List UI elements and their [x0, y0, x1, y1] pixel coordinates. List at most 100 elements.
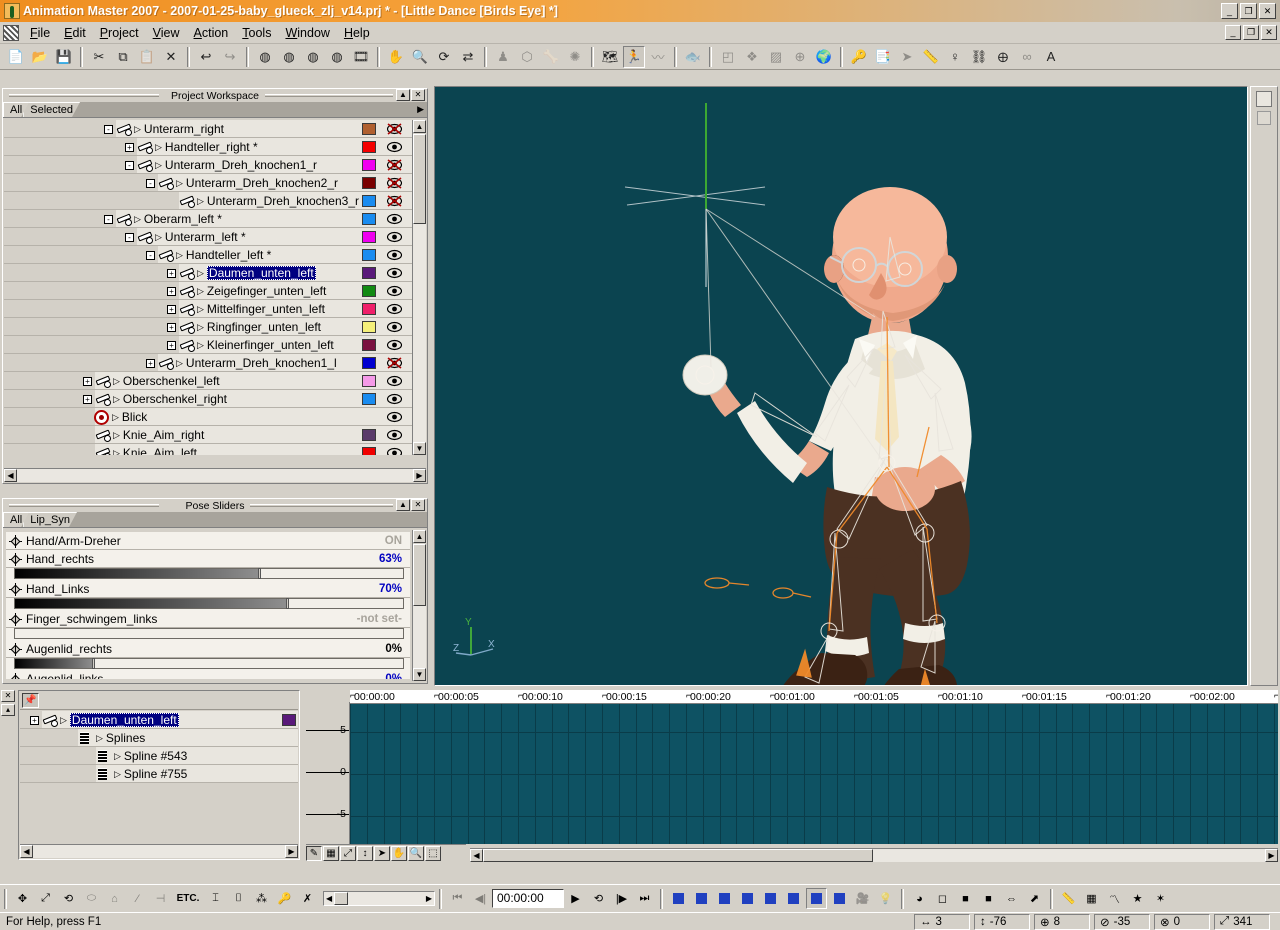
bone-color-swatch[interactable]	[362, 357, 376, 369]
loop-button[interactable]: ⟲	[588, 888, 609, 909]
visibility-eye-icon[interactable]	[387, 231, 402, 243]
final-render-icon[interactable]: 🌍	[813, 46, 835, 68]
visibility-eye-icon[interactable]	[387, 141, 402, 153]
pose-slider-handle-icon[interactable]	[9, 583, 22, 596]
visibility-eye-icon[interactable]	[387, 357, 402, 369]
pose-slider-track[interactable]	[14, 658, 404, 669]
rotate-icon[interactable]: ⟲	[58, 888, 79, 909]
hair-icon[interactable]: 〽	[1104, 888, 1125, 909]
visibility-eye-icon[interactable]	[387, 429, 402, 441]
cp-icon[interactable]: ⬡	[516, 46, 538, 68]
menu-view[interactable]: View	[146, 24, 187, 42]
tree-expander[interactable]: -	[125, 233, 134, 242]
pose-slider-row[interactable]: Hand_rechts63%	[6, 550, 410, 568]
bone-color-swatch[interactable]	[362, 303, 376, 315]
prev-frame-button[interactable]: ◀|	[470, 888, 491, 909]
bounding-box-icon[interactable]: ◰	[717, 46, 739, 68]
mirror-icon[interactable]: ⇔	[1001, 888, 1022, 909]
maximize-button[interactable]: ❐	[1240, 3, 1257, 19]
ruler-icon[interactable]: 📏	[920, 46, 942, 68]
fit-all-icon[interactable]: ⤢	[340, 846, 356, 861]
tree-expander[interactable]: -	[146, 179, 155, 188]
scale-icon[interactable]: ⤢	[35, 888, 56, 909]
star-icon[interactable]: ★	[1127, 888, 1148, 909]
tree-disclosure-icon[interactable]: ▷	[134, 124, 141, 135]
next-frame-button[interactable]: |▶	[611, 888, 632, 909]
pose-slider-row[interactable]: Augenlid_rechts0%	[6, 640, 410, 658]
bone-color-swatch[interactable]	[282, 714, 296, 726]
properties-icon[interactable]: 📑	[872, 46, 894, 68]
timeline-collapse-button[interactable]: ▴	[1, 704, 15, 716]
first-frame-button[interactable]: ⏮	[447, 888, 468, 909]
visibility-eye-icon[interactable]	[387, 249, 402, 261]
pose-slider-track[interactable]	[14, 568, 404, 579]
tree-expander[interactable]: +	[167, 287, 176, 296]
tree-row[interactable]: -▷Unterarm_Dreh_knochen2_r	[4, 174, 412, 192]
tree-row[interactable]: ▷Knie_Aim_right	[4, 426, 412, 444]
project-tree-vscrollbar[interactable]: ▲ ▼	[412, 120, 426, 455]
render-film-icon[interactable]: 🎞	[350, 46, 372, 68]
visibility-eye-icon[interactable]	[387, 339, 402, 351]
minimize-button[interactable]: _	[1221, 3, 1238, 19]
tree-disclosure-icon[interactable]: ▷	[134, 214, 141, 225]
graph-hscroll-trough[interactable]	[873, 849, 1265, 862]
tree-expander[interactable]: +	[167, 323, 176, 332]
scroll-thumb[interactable]	[413, 134, 426, 224]
menu-edit[interactable]: Edit	[57, 24, 93, 42]
graph-hscroll-left[interactable]: ◀	[470, 849, 483, 862]
shaded-mode-icon[interactable]: ◕	[909, 888, 930, 909]
pose-slider-row[interactable]: Hand_Links70%	[6, 580, 410, 598]
bone-color-swatch[interactable]	[362, 321, 376, 333]
open-icon[interactable]: 📂	[29, 46, 51, 68]
view-right-icon[interactable]	[737, 888, 758, 909]
bone-color-swatch[interactable]	[362, 249, 376, 261]
panel-close-button[interactable]: ✕	[411, 89, 425, 101]
channel-mode-icon[interactable]: ✎	[306, 846, 322, 861]
tree-disclosure-icon[interactable]: ▷	[176, 250, 183, 261]
pose-slider-handle-icon[interactable]	[9, 535, 22, 548]
bone-color-swatch[interactable]	[362, 375, 376, 387]
tree-disclosure-icon[interactable]: ▷	[155, 232, 162, 243]
view-bottom-icon[interactable]	[783, 888, 804, 909]
pan-icon[interactable]: ✋	[385, 46, 407, 68]
timeline-close-button[interactable]: ✕	[1, 690, 15, 702]
bone-color-swatch[interactable]	[362, 159, 376, 171]
menu-tools[interactable]: Tools	[235, 24, 278, 42]
pose-scroll-down-button[interactable]: ▼	[413, 668, 426, 681]
scroll-up-button[interactable]: ▲	[413, 120, 426, 133]
tree-disclosure-icon[interactable]: ▷	[112, 412, 119, 423]
tree-disclosure-icon[interactable]: ▷	[114, 751, 121, 762]
new-chor-icon[interactable]: ◍	[302, 46, 324, 68]
pose-scroll-trough[interactable]	[413, 606, 426, 668]
tree-row[interactable]: ▷Spline #543	[20, 747, 298, 765]
new-icon[interactable]: 📄	[5, 46, 27, 68]
grid-icon[interactable]: ▦	[323, 846, 339, 861]
pose-slider-knob[interactable]	[92, 658, 95, 669]
pose-slider-handle-icon[interactable]	[9, 613, 22, 626]
light-icon[interactable]: 💡	[875, 888, 896, 909]
tree-disclosure-icon[interactable]: ▷	[197, 268, 204, 279]
tree-row[interactable]: ▷Splines	[20, 729, 298, 747]
tree-expander[interactable]: -	[146, 251, 155, 260]
current-time-field[interactable]: 00:00:00	[492, 889, 564, 908]
visibility-eye-icon[interactable]	[387, 195, 402, 207]
pose-slider-track[interactable]	[14, 628, 404, 639]
tree-disclosure-icon[interactable]: ▷	[113, 376, 120, 387]
play-button[interactable]: ▶	[565, 888, 586, 909]
tree-disclosure-icon[interactable]: ▷	[176, 358, 183, 369]
menu-action[interactable]: Action	[187, 24, 236, 42]
globe-icon[interactable]: 🜨	[992, 46, 1014, 68]
tree-expander[interactable]: +	[167, 305, 176, 314]
panel-collapse-button[interactable]: ▲	[396, 89, 410, 101]
redo-icon[interactable]: ↪	[219, 46, 241, 68]
tree-expander[interactable]: -	[104, 125, 113, 134]
new-action-icon[interactable]: ◍	[278, 46, 300, 68]
new-material-icon[interactable]: ◍	[326, 46, 348, 68]
timeline-graph[interactable]	[350, 704, 1278, 844]
pose-panel-close-button[interactable]: ✕	[411, 499, 425, 511]
muscle-icon[interactable]: ✺	[564, 46, 586, 68]
bone-color-swatch[interactable]	[362, 213, 376, 225]
cut-icon[interactable]: ✂	[88, 46, 110, 68]
flip-icon[interactable]: ⬈	[1024, 888, 1045, 909]
view-back-icon[interactable]	[691, 888, 712, 909]
